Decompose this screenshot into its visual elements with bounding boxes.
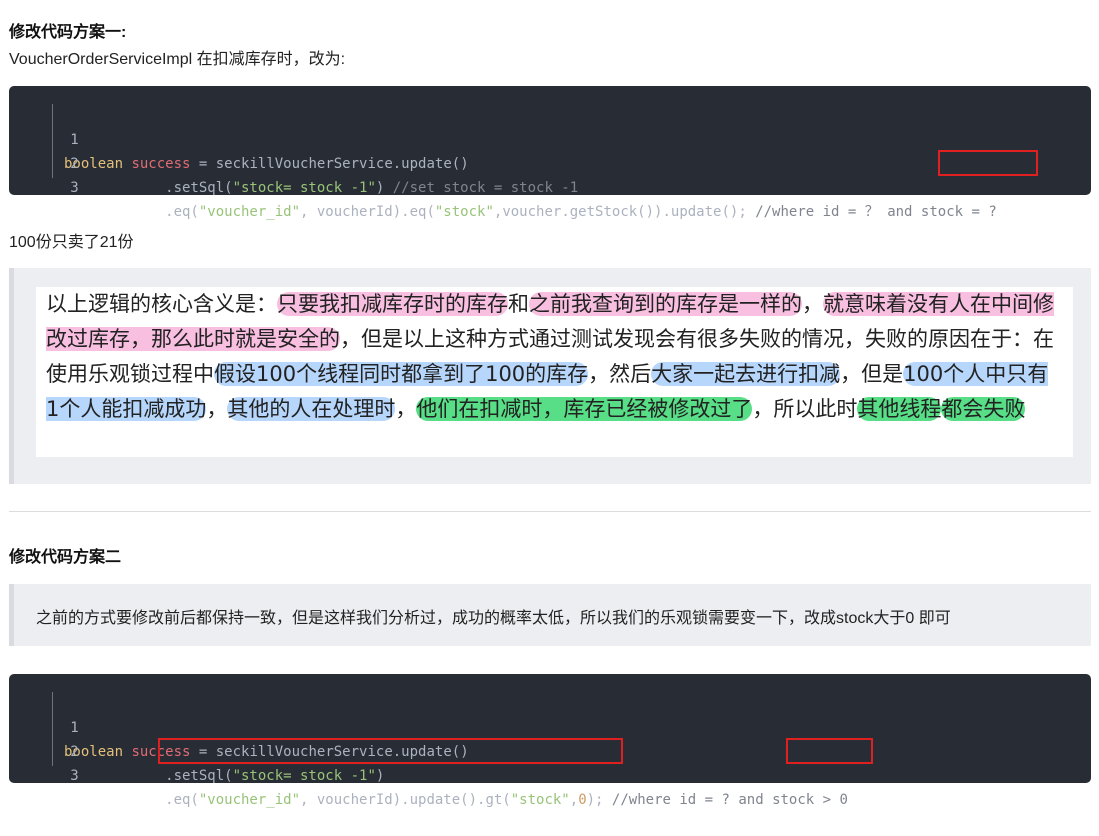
text-segment: ，然后	[588, 362, 652, 386]
section1-intro: VoucherOrderServiceImpl 在扣减库存时，改为:	[9, 51, 346, 68]
code-text: .setSql(	[64, 180, 233, 196]
code-text: , voucherId).update().gt(	[300, 792, 511, 808]
code-string: "stock= stock -1"	[232, 768, 376, 784]
annotation-redbox	[158, 738, 623, 764]
highlight-pink: 只要我扣减库存时的库存	[277, 292, 508, 316]
text-segment: ，	[206, 397, 228, 421]
code-text: .eq(	[64, 792, 199, 808]
code-text: .setSql(	[64, 768, 233, 784]
code-text: )	[375, 768, 385, 784]
text-segment: ，	[395, 397, 417, 421]
text-segment: ，	[802, 292, 823, 316]
text-segment: 和	[508, 292, 529, 316]
text-segment: 以上逻辑的核心含义是：	[46, 292, 277, 316]
annotation-redbox	[786, 738, 873, 764]
result-text: 100份只卖了21份	[9, 234, 134, 251]
section2-heading: 修改代码方案二	[9, 549, 122, 566]
highlight-pink: 之前我查询到的库存是一样的	[529, 292, 802, 316]
code-number: 0	[578, 792, 587, 808]
code-text: )	[375, 180, 393, 196]
code-line-3: 3 .eq("voucher_id", voucherId).eq("stock…	[9, 152, 1091, 220]
line-number: 3	[70, 180, 79, 196]
code-text: , voucherId).eq(	[300, 204, 435, 220]
code-line-2: 2 .setSql("stock= stock -1")	[9, 716, 1091, 784]
explanation-text: 以上逻辑的核心含义是：只要我扣减库存时的库存和之前我查询到的库存是一样的，就意味…	[46, 287, 1056, 427]
line-number: 3	[70, 768, 79, 784]
explanation-image: 以上逻辑的核心含义是：只要我扣减库存时的库存和之前我查询到的库存是一样的，就意味…	[36, 287, 1073, 457]
code-text: ,	[569, 792, 579, 808]
code-text: );	[586, 792, 612, 808]
code-text: .eq(	[64, 204, 199, 220]
section2-quote-text: 之前的方式要修改前后都保持一致，但是这样我们分析过，成功的概率太低，所以我们的乐…	[36, 610, 951, 627]
code-comment: //where id = ? and stock > 0	[611, 792, 848, 808]
code-block-2[interactable]: 1 boolean success = seckillVoucherServic…	[9, 674, 1091, 808]
code-line-1: 1 boolean success = seckillVoucherServic…	[9, 104, 1091, 172]
code-text: ,voucher.getStock()).update();	[493, 204, 756, 220]
highlight-green: 都会失败	[941, 397, 1026, 421]
code-comment: //set stock = stock -1	[392, 180, 579, 196]
code-block-1[interactable]: 1 boolean success = seckillVoucherServic…	[9, 86, 1091, 220]
section1-heading: 修改代码方案一:	[9, 24, 127, 41]
highlight-blue: 其他的人在处理时	[227, 397, 396, 421]
code-string: "stock"	[434, 204, 494, 220]
highlight-blue: 假设100个线程同时都拿到了100的库存	[214, 362, 589, 386]
annotation-redbox	[938, 150, 1038, 176]
highlight-green: 他们在扣减时，库存已经被修改过了	[416, 397, 753, 421]
code-comment: //where id = ？ and stock = ?	[755, 204, 997, 220]
code-string: "voucher_id"	[198, 204, 301, 220]
divider	[9, 511, 1091, 512]
code-string: "stock= stock -1"	[232, 180, 376, 196]
highlight-blue: 大家一起去进行扣减	[651, 362, 841, 386]
code-string: "voucher_id"	[198, 792, 301, 808]
section2-quote: 之前的方式要修改前后都保持一致，但是这样我们分析过，成功的概率太低，所以我们的乐…	[9, 584, 1091, 646]
text-segment: ，所以此时	[752, 397, 858, 421]
code-line-1: 1 boolean success = seckillVoucherServic…	[9, 692, 1091, 760]
highlight-green: 其他线程	[857, 397, 942, 421]
code-line-2: 2 .setSql("stock= stock -1") //set stock…	[9, 128, 1091, 196]
code-string: "stock"	[510, 792, 570, 808]
text-segment: ，但是	[840, 362, 904, 386]
